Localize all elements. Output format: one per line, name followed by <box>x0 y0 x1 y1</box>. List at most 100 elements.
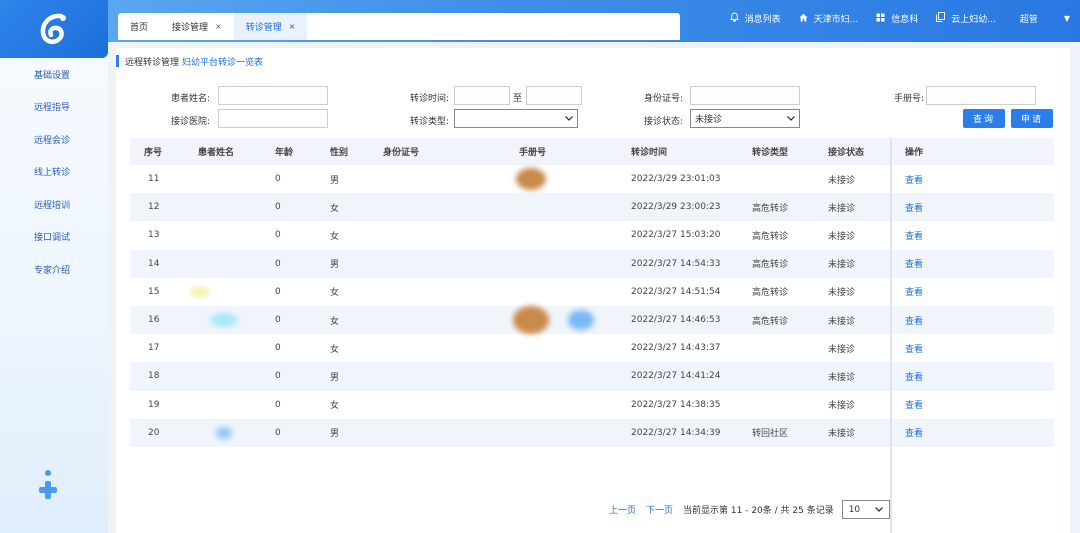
cell-status: 未接诊 <box>828 203 856 214</box>
cell-age: 0 <box>275 286 281 297</box>
header-age: 年龄 <box>275 148 294 158</box>
sidebar-item-online-referral[interactable]: 线上转诊 <box>0 156 108 189</box>
id-card-label: 身份证号: <box>643 94 683 104</box>
grid-icon <box>876 13 885 25</box>
table-row: 13 0 女 2022/3/27 15:03:20 高危转诊 未接诊 查看 <box>130 221 1054 249</box>
city-label: 天津市妇... <box>813 15 859 25</box>
handbook-label: 手册号: <box>893 94 924 104</box>
view-link[interactable]: 查看 <box>905 362 923 390</box>
cell-no: 18 <box>148 371 160 382</box>
patient-name-input[interactable] <box>218 86 328 105</box>
cell-age: 0 <box>275 258 281 269</box>
user-dropdown-toggle[interactable]: ▼ <box>1064 14 1070 23</box>
header-referral-type: 转诊类型 <box>752 148 789 158</box>
handbook-input[interactable] <box>926 86 1036 105</box>
tab-bar: 首页 接诊管理 × 转诊管理 × <box>118 13 680 40</box>
tab-label: 接诊管理 <box>172 23 209 33</box>
cell-gender: 女 <box>330 401 340 412</box>
sidebar-item-expert-intro[interactable]: 专家介绍 <box>0 253 108 286</box>
cell-referral-time: 2022/3/27 14:34:39 <box>631 427 721 438</box>
view-link[interactable]: 查看 <box>905 306 923 334</box>
sidebar-item-remote-training[interactable]: 远程培训 <box>0 188 108 221</box>
sidebar-item-remote-guidance[interactable]: 远程指导 <box>0 91 108 124</box>
view-link[interactable]: 查看 <box>905 221 923 249</box>
cell-no: 17 <box>148 343 160 354</box>
cell-no: 11 <box>148 174 160 185</box>
header-referral-time: 转诊时间 <box>631 148 668 158</box>
view-link[interactable]: 查看 <box>905 250 923 278</box>
referral-time-start-input[interactable] <box>454 86 510 105</box>
cell-referral-time: 2022/3/27 15:03:20 <box>631 230 721 241</box>
top-right-menu: 消息列表 天津市妇... 信息科 云上妇幼... 超管 ▼ <box>712 12 1070 25</box>
breadcrumb: 远程转诊管理 妇幼平台转诊一览表 <box>116 55 263 68</box>
view-link[interactable]: 查看 <box>905 334 923 362</box>
cell-no: 16 <box>148 315 160 326</box>
referral-time-end-input[interactable] <box>526 86 582 105</box>
next-page-link[interactable]: 下一页 <box>646 503 673 516</box>
tab-home[interactable]: 首页 <box>118 13 160 40</box>
view-link[interactable]: 查看 <box>905 165 923 193</box>
pagination: 上一页 下一页 当前显示第 11 - 20条 / 共 25 条记录 10 <box>609 500 890 519</box>
header-no: 序号 <box>144 148 163 158</box>
cell-referral-time: 2022/3/27 14:51:54 <box>631 286 721 297</box>
referral-time-label: 转诊时间: <box>409 94 449 104</box>
user-menu[interactable]: 超管 <box>1020 12 1038 25</box>
page-size-value: 10 <box>848 504 861 515</box>
table-row: 11 0 男 2022/3/29 23:01:03 未接诊 查看 <box>130 165 1054 193</box>
dept-link[interactable]: 信息科 <box>876 12 918 25</box>
home-icon <box>799 13 808 25</box>
messages-link[interactable]: 消息列表 <box>729 12 781 25</box>
pagination-summary: 当前显示第 11 - 20条 / 共 25 条记录 <box>683 506 834 516</box>
redacted-mark <box>516 168 546 191</box>
hospital-input[interactable] <box>218 109 328 128</box>
cell-age: 0 <box>275 399 281 410</box>
tab-reception-management[interactable]: 接诊管理 × <box>160 13 234 40</box>
cell-status: 未接诊 <box>828 175 856 186</box>
breadcrumb-main: 远程转诊管理 <box>125 57 180 68</box>
header-id-card: 身份证号 <box>383 148 420 158</box>
logo-icon <box>40 13 66 44</box>
id-card-input[interactable] <box>690 86 800 105</box>
sidebar-item-interface-debug[interactable]: 接口调试 <box>0 221 108 254</box>
query-button[interactable]: 查询 <box>963 109 1005 128</box>
top-bar: 首页 接诊管理 × 转诊管理 × 消息列表 天津市妇... 信息科 云上妇幼..… <box>108 0 1080 42</box>
column-divider <box>890 138 892 533</box>
cell-referral-time: 2022/3/29 23:00:23 <box>631 202 721 213</box>
sidebar-nav: 基础设置 远程指导 远程会诊 线上转诊 远程培训 接口调试 专家介绍 <box>0 58 108 286</box>
view-link[interactable]: 查看 <box>905 391 923 419</box>
redacted-mark <box>513 306 549 335</box>
sidebar-item-remote-consultation[interactable]: 远程会诊 <box>0 123 108 156</box>
view-link[interactable]: 查看 <box>905 278 923 306</box>
tab-label: 转诊管理 <box>245 23 282 33</box>
sidebar-item-basic-settings[interactable]: 基础设置 <box>0 58 108 91</box>
breadcrumb-sub[interactable]: 妇幼平台转诊一览表 <box>182 55 263 68</box>
cell-gender: 女 <box>330 344 340 355</box>
table-row: 16 0 女 2022/3/27 14:46:53 高危转诊 未接诊 查看 <box>130 306 1054 335</box>
prev-page-link[interactable]: 上一页 <box>609 503 636 516</box>
cell-age: 0 <box>275 230 281 241</box>
view-link[interactable]: 查看 <box>905 419 923 447</box>
app-logo[interactable] <box>0 0 108 58</box>
dept-label: 信息科 <box>891 15 919 25</box>
close-icon[interactable]: × <box>215 22 222 31</box>
tab-referral-management[interactable]: 转诊管理 × <box>233 13 308 40</box>
cell-no: 15 <box>148 286 160 297</box>
redacted-mark <box>568 310 594 331</box>
page-size-select[interactable]: 10 <box>841 500 890 519</box>
cell-no: 19 <box>148 399 160 410</box>
view-link[interactable]: 查看 <box>905 193 923 221</box>
org-link[interactable]: 云上妇幼... <box>936 12 996 25</box>
status-value: 未接诊 <box>695 115 723 125</box>
copy-icon <box>936 12 946 25</box>
sidebar: 基础设置 远程指导 远程会诊 线上转诊 远程培训 接口调试 专家介绍 <box>0 0 108 533</box>
status-select[interactable]: 未接诊 <box>690 109 800 128</box>
cell-no: 13 <box>148 230 160 241</box>
cell-status: 未接诊 <box>828 401 856 412</box>
referral-type-label: 转诊类型: <box>409 117 449 127</box>
cell-age: 0 <box>275 371 281 382</box>
referral-type-select[interactable] <box>454 109 578 128</box>
table-row: 20 0 男 2022/3/27 14:34:39 转回社区 未接诊 查看 <box>130 418 1054 447</box>
apply-button[interactable]: 申请 <box>1011 109 1053 128</box>
close-icon[interactable]: × <box>289 22 296 31</box>
city-link[interactable]: 天津市妇... <box>799 12 859 25</box>
